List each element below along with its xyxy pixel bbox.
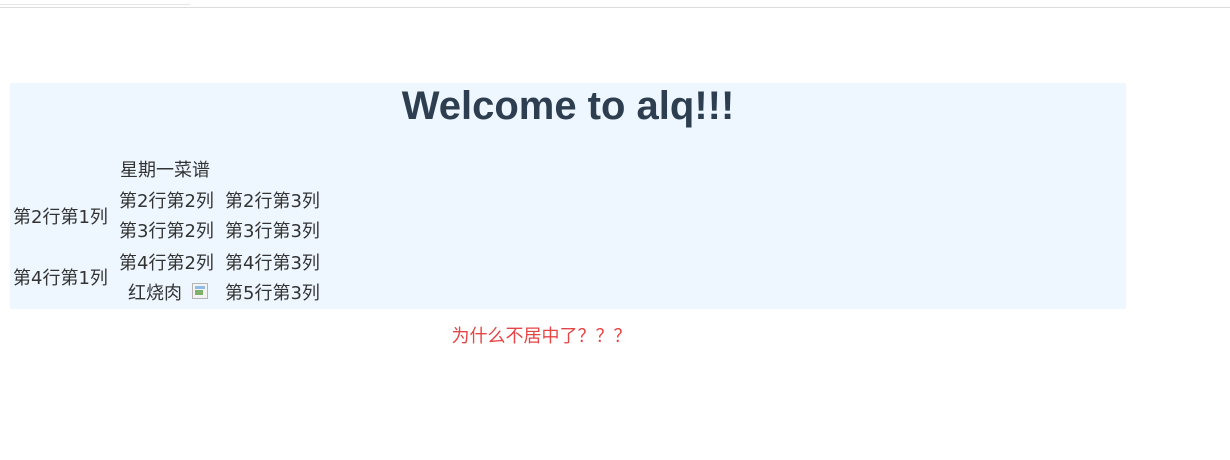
page-title: Welcome to alq!!!	[401, 84, 735, 128]
table-cell-row3-col2: 第3行第2列	[119, 221, 214, 242]
content-panel: Welcome to alq!!! 星期一菜谱 第2行第1列 第2行第2列 第2…	[10, 83, 1126, 309]
table-cell-row5-col1: 红烧肉	[128, 283, 182, 304]
table-cell-row2-col2: 第2行第2列	[119, 191, 214, 212]
table-cell-row4-col1: 第4行第1列	[13, 268, 108, 289]
table-caption: 星期一菜谱	[120, 160, 210, 181]
browser-top-edge	[0, 0, 1230, 8]
table-cell-row4-col2: 第4行第2列	[119, 253, 214, 274]
table-cell-row2-col3: 第2行第3列	[225, 191, 320, 212]
question-note: 为什么不居中了？？？	[451, 326, 632, 347]
browser-tab-edge	[0, 0, 190, 5]
table-cell-row2-col1: 第2行第1列	[13, 207, 108, 228]
table-cell-row3-col3: 第3行第3列	[225, 221, 320, 242]
table-cell-row5-col3: 第5行第3列	[225, 283, 320, 304]
table-cell-row4-col3: 第4行第3列	[225, 253, 320, 274]
broken-image-icon	[192, 283, 208, 299]
